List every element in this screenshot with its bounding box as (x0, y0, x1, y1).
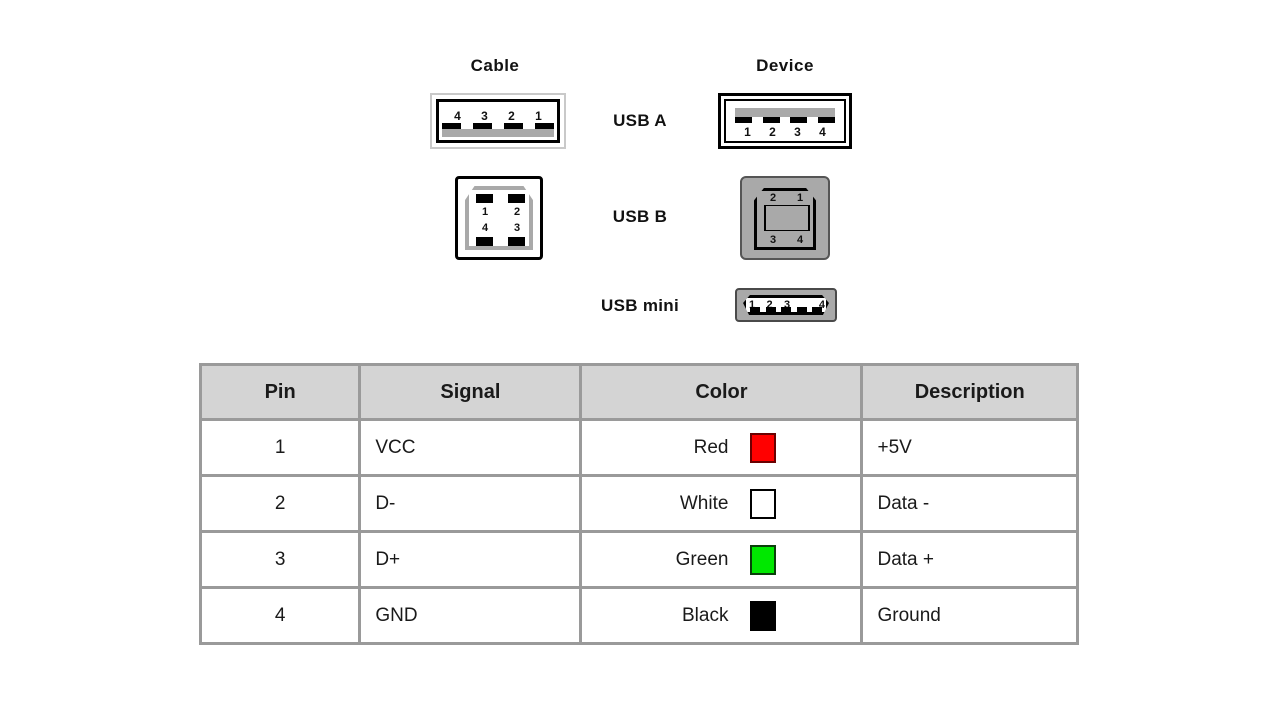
usb-connector-diagram: Cable Device USB A USB B USB mini 4 3 2 … (0, 0, 1280, 345)
usb-b-device-pin-2: 2 (770, 192, 777, 204)
table-header-row: Pin Signal Color Description (198, 363, 1079, 421)
cell-description: +5V (860, 418, 1079, 477)
usb-a-device-pin-2: 2 (769, 124, 776, 139)
usb-a-cable-pin-3: 3 (481, 109, 488, 123)
cell-pin: 1 (198, 418, 362, 477)
usb-mini-contacts (750, 307, 822, 313)
usb-a-cable-pin-4: 4 (454, 109, 461, 123)
usb-b-cable-contact-bottom-right (508, 237, 525, 246)
usb-b-cable-connector-icon: 1 2 4 3 (455, 176, 543, 260)
usb-b-device-pin-1: 1 (797, 192, 804, 204)
usb-a-device-pin-3: 3 (794, 124, 801, 139)
cell-pin: 2 (198, 474, 362, 533)
usb-b-cable-pin-2: 2 (514, 206, 521, 218)
cell-signal: VCC (358, 418, 583, 477)
table-row: 2 D- White Data - (198, 474, 1079, 533)
table-row: 4 GND Black Ground (198, 586, 1079, 645)
column-header-cable: Cable (470, 56, 520, 75)
color-cell-content: Green (596, 544, 846, 575)
color-swatch (750, 432, 777, 463)
row-label-usb-a: USB A (613, 111, 667, 130)
cell-signal: D+ (358, 530, 583, 589)
column-header-pin: Pin (198, 363, 362, 421)
usb-b-device-connector-icon: 2 1 3 4 (740, 176, 830, 260)
cell-color: Red (579, 418, 864, 477)
table-body: 1 VCC Red +5V 2 D- White Data - 3 D+ Gre… (198, 418, 1079, 645)
usb-mini-device-connector-icon: 1 2 3 5 4 (735, 288, 837, 322)
color-name: Red (693, 436, 729, 458)
usb-a-device-pin-4: 4 (819, 124, 826, 139)
cell-description: Ground (860, 586, 1079, 645)
column-header-description: Description (860, 363, 1079, 421)
usb-b-device-pin-3: 3 (770, 234, 777, 246)
usb-a-cable-shell: 4 3 2 1 (436, 99, 560, 143)
cell-color: Green (579, 530, 864, 589)
usb-a-cable-connector-icon: 4 3 2 1 (430, 93, 566, 149)
usb-a-device-pin-numbers: 1 2 3 4 (735, 124, 835, 139)
usb-b-device-pin-4: 4 (797, 234, 804, 246)
cell-signal: GND (358, 586, 583, 645)
cell-description: Data + (860, 530, 1079, 589)
table-row: 1 VCC Red +5V (198, 418, 1079, 477)
color-name: Black (681, 604, 729, 626)
usb-b-device-tongue (766, 206, 808, 230)
usb-a-cable-pin-numbers: 4 3 2 1 (444, 108, 552, 124)
column-header-signal: Signal (358, 363, 583, 421)
cell-description: Data - (860, 474, 1079, 533)
usb-b-cable-pin-1: 1 (482, 206, 489, 218)
usb-b-cable-pin-4: 4 (482, 222, 489, 234)
usb-a-cable-pin-1: 1 (535, 109, 542, 123)
color-name: Green (675, 548, 729, 570)
table-header: Pin Signal Color Description (198, 363, 1079, 421)
cell-signal: D- (358, 474, 583, 533)
cell-color: White (579, 474, 864, 533)
usb-a-device-connector-icon: 1 2 3 4 (718, 93, 852, 149)
usb-a-device-pin-1: 1 (744, 124, 751, 139)
usb-b-cable-contact-bottom-left (476, 237, 493, 246)
usb-a-cable-tongue (442, 129, 554, 137)
usb-a-device-shell: 1 2 3 4 (724, 99, 846, 143)
usb-b-cable-contact-top-left (476, 194, 493, 203)
color-name: White (679, 492, 729, 514)
usb-a-device-contacts (735, 117, 835, 123)
cell-pin: 4 (198, 586, 362, 645)
usb-a-device-tongue (735, 108, 835, 117)
color-swatch (750, 488, 777, 519)
usb-a-cable-pin-2: 2 (508, 109, 515, 123)
row-label-usb-mini: USB mini (601, 296, 679, 315)
table-row: 3 D+ Green Data + (198, 530, 1079, 589)
color-cell-content: White (596, 488, 846, 519)
cell-color: Black (579, 586, 864, 645)
usb-pinout-page: Cable Device USB A USB B USB mini 4 3 2 … (0, 0, 1280, 720)
color-cell-content: Red (596, 432, 846, 463)
usb-b-cable-pin-3: 3 (514, 222, 521, 234)
color-swatch (750, 600, 777, 631)
row-label-usb-b: USB B (612, 207, 668, 226)
usb-b-cable-contact-top-right (508, 194, 525, 203)
column-header-color: Color (579, 363, 864, 421)
column-header-device: Device (756, 56, 814, 75)
cell-pin: 3 (198, 530, 362, 589)
usb-pinout-table: Pin Signal Color Description 1 VCC Red +… (198, 363, 1079, 645)
color-swatch (750, 544, 777, 575)
color-cell-content: Black (596, 600, 846, 631)
